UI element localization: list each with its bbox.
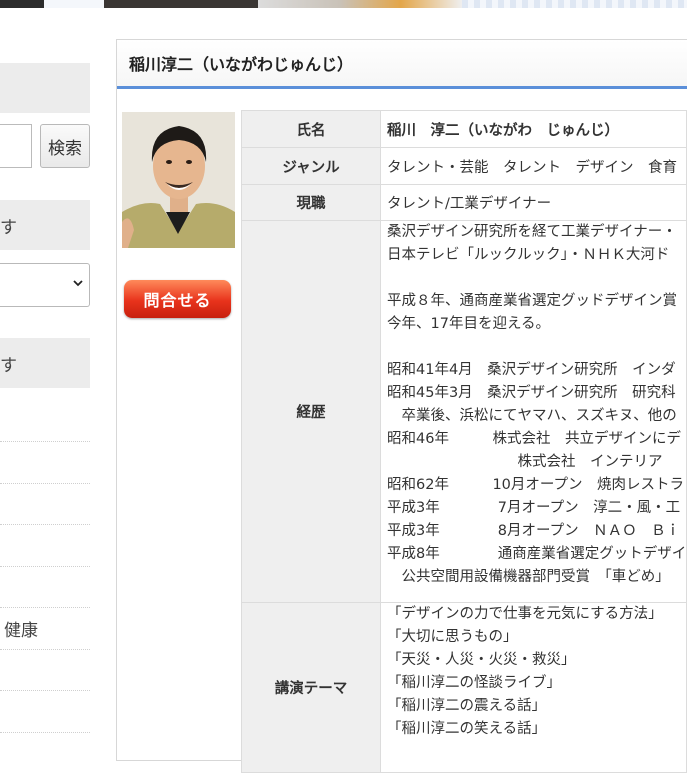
sidebar-divider	[0, 483, 90, 484]
career-line: 平成8年 通商産業省選定グットデザイ	[387, 546, 687, 562]
profile-table: 氏名 稲川 淳二（いながわ じゅんじ） ジャンル タレント・芸能 タレント デザ…	[241, 110, 687, 773]
row-label-name: 氏名	[241, 110, 381, 148]
sidebar-divider	[0, 566, 90, 567]
theme-line: 「天災・人災・火災・救災」	[387, 652, 576, 668]
career-line: 平成3年 8月オープン ＮＡＯ Ｂｉ	[387, 523, 681, 539]
sidebar-divider	[0, 732, 90, 733]
career-line: 昭和46年 株式会社 共立デザインにデ	[387, 431, 681, 447]
search-input[interactable]	[0, 124, 32, 168]
career-line	[387, 267, 686, 290]
table-row: 経歴 桑沢デザイン研究所を経て工業デザイナー・ 日本テレビ「ルックルック」・ＮＨ…	[241, 220, 687, 603]
header-banner	[0, 0, 687, 8]
theme-line: 「稲川淳二の怪談ライブ」	[387, 675, 561, 691]
search-button[interactable]: 検索	[40, 124, 90, 168]
sidebar: 検索 す す 健康	[0, 0, 90, 751]
theme-line: 「デザインの力で仕事を元気にする方法」	[387, 606, 663, 622]
table-row: 現職 タレント/工業デザイナー	[241, 184, 687, 221]
theme-line: 「稲川淳二の笑える話」	[387, 721, 547, 737]
career-line: 卒業後、浜松にてヤマハ、スズキヌ、他の	[387, 408, 677, 424]
row-label-themes: 講演テーマ	[241, 602, 381, 773]
sidebar-divider	[0, 441, 90, 442]
career-line: 昭和45年3月 桑沢デザイン研究所 研究科	[387, 385, 676, 401]
sidebar-heading-1-text: す	[0, 218, 17, 238]
career-line: 平成3年 7月オープン 淳二・風・工	[387, 500, 681, 516]
row-value-name: 稲川 淳二（いながわ じゅんじ）	[380, 110, 687, 148]
row-label-job: 現職	[241, 184, 381, 221]
sidebar-divider	[0, 690, 90, 691]
career-line	[387, 336, 686, 359]
row-value-themes: 「デザインの力で仕事を元気にする方法」 「大切に思うもの」 「天災・人災・火災・…	[380, 602, 687, 773]
category-select[interactable]	[0, 263, 90, 307]
row-label-career: 経歴	[241, 220, 381, 603]
career-line: 昭和41年4月 桑沢デザイン研究所 インダ	[387, 362, 676, 378]
table-row: 氏名 稲川 淳二（いながわ じゅんじ）	[241, 110, 687, 148]
row-value-job: タレント/工業デザイナー	[380, 184, 687, 221]
career-line: 株式会社 インテリア	[387, 454, 663, 470]
sidebar-divider	[0, 607, 90, 608]
sidebar-divider	[0, 649, 90, 650]
contact-button[interactable]: 問合せる	[124, 280, 231, 318]
career-line: 公共空間用設備機器部門受賞 「車どめ」	[387, 569, 670, 585]
row-value-genre: タレント・芸能 タレント デザイン 食育	[380, 147, 687, 185]
profile-photo	[122, 112, 235, 248]
row-value-career: 桑沢デザイン研究所を経て工業デザイナー・ 日本テレビ「ルックルック」・ＮＨＫ大河…	[380, 220, 687, 603]
sidebar-divider	[0, 524, 90, 525]
career-line: 今年、17年目を迎える。	[387, 316, 551, 332]
theme-line: 「大切に思うもの」	[387, 629, 518, 645]
profile-header: 稲川淳二（いながわじゅんじ）	[117, 40, 687, 89]
table-row: ジャンル タレント・芸能 タレント デザイン 食育	[241, 147, 687, 185]
career-line: 桑沢デザイン研究所を経て工業デザイナー・	[387, 224, 677, 240]
career-line: 平成８年、通商産業省選定グッドデザイン賞	[387, 293, 677, 309]
sidebar-item-health[interactable]: 健康	[4, 616, 38, 641]
sidebar-heading-2-text: す	[0, 356, 17, 376]
table-row: 講演テーマ 「デザインの力で仕事を元気にする方法」 「大切に思うもの」 「天災・…	[241, 602, 687, 773]
sidebar-heading-box	[0, 63, 90, 113]
page-title: 稲川淳二（いながわじゅんじ）	[129, 55, 354, 74]
row-label-genre: ジャンル	[241, 147, 381, 185]
theme-line: 「稲川淳二の震える話」	[387, 698, 547, 714]
career-line: 日本テレビ「ルックルック」・ＮＨＫ大河ド	[387, 247, 670, 263]
chevron-down-icon	[73, 280, 83, 287]
career-line: 昭和62年 10月オープン 焼肉レストラ	[387, 477, 685, 493]
